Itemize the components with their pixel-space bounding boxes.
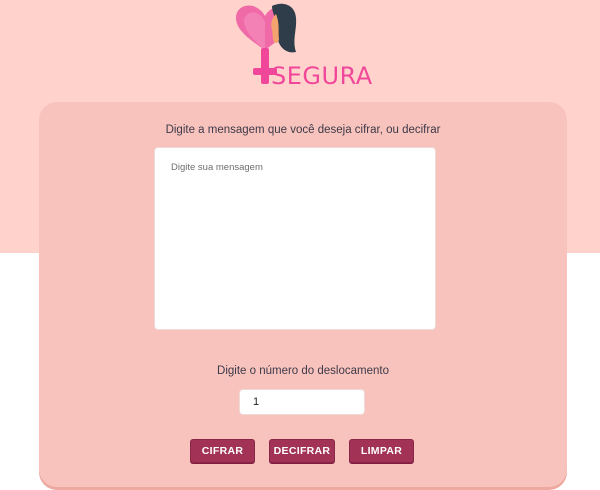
cipher-card: Digite a mensagem que você deseja cifrar… xyxy=(39,102,567,487)
shift-input[interactable] xyxy=(239,389,365,415)
message-input[interactable] xyxy=(154,147,436,330)
clear-button[interactable]: LIMPAR xyxy=(349,439,414,463)
logo-cross-vertical xyxy=(261,48,269,84)
shift-label: Digite o número do deslocamento xyxy=(217,365,389,377)
message-prompt-label: Digite a mensagem que você deseja cifrar… xyxy=(165,124,441,136)
decrypt-button[interactable]: DECIFRAR xyxy=(269,439,335,463)
logo-text: SEGURA xyxy=(271,62,373,90)
encrypt-button[interactable]: CIFRAR xyxy=(190,439,255,463)
